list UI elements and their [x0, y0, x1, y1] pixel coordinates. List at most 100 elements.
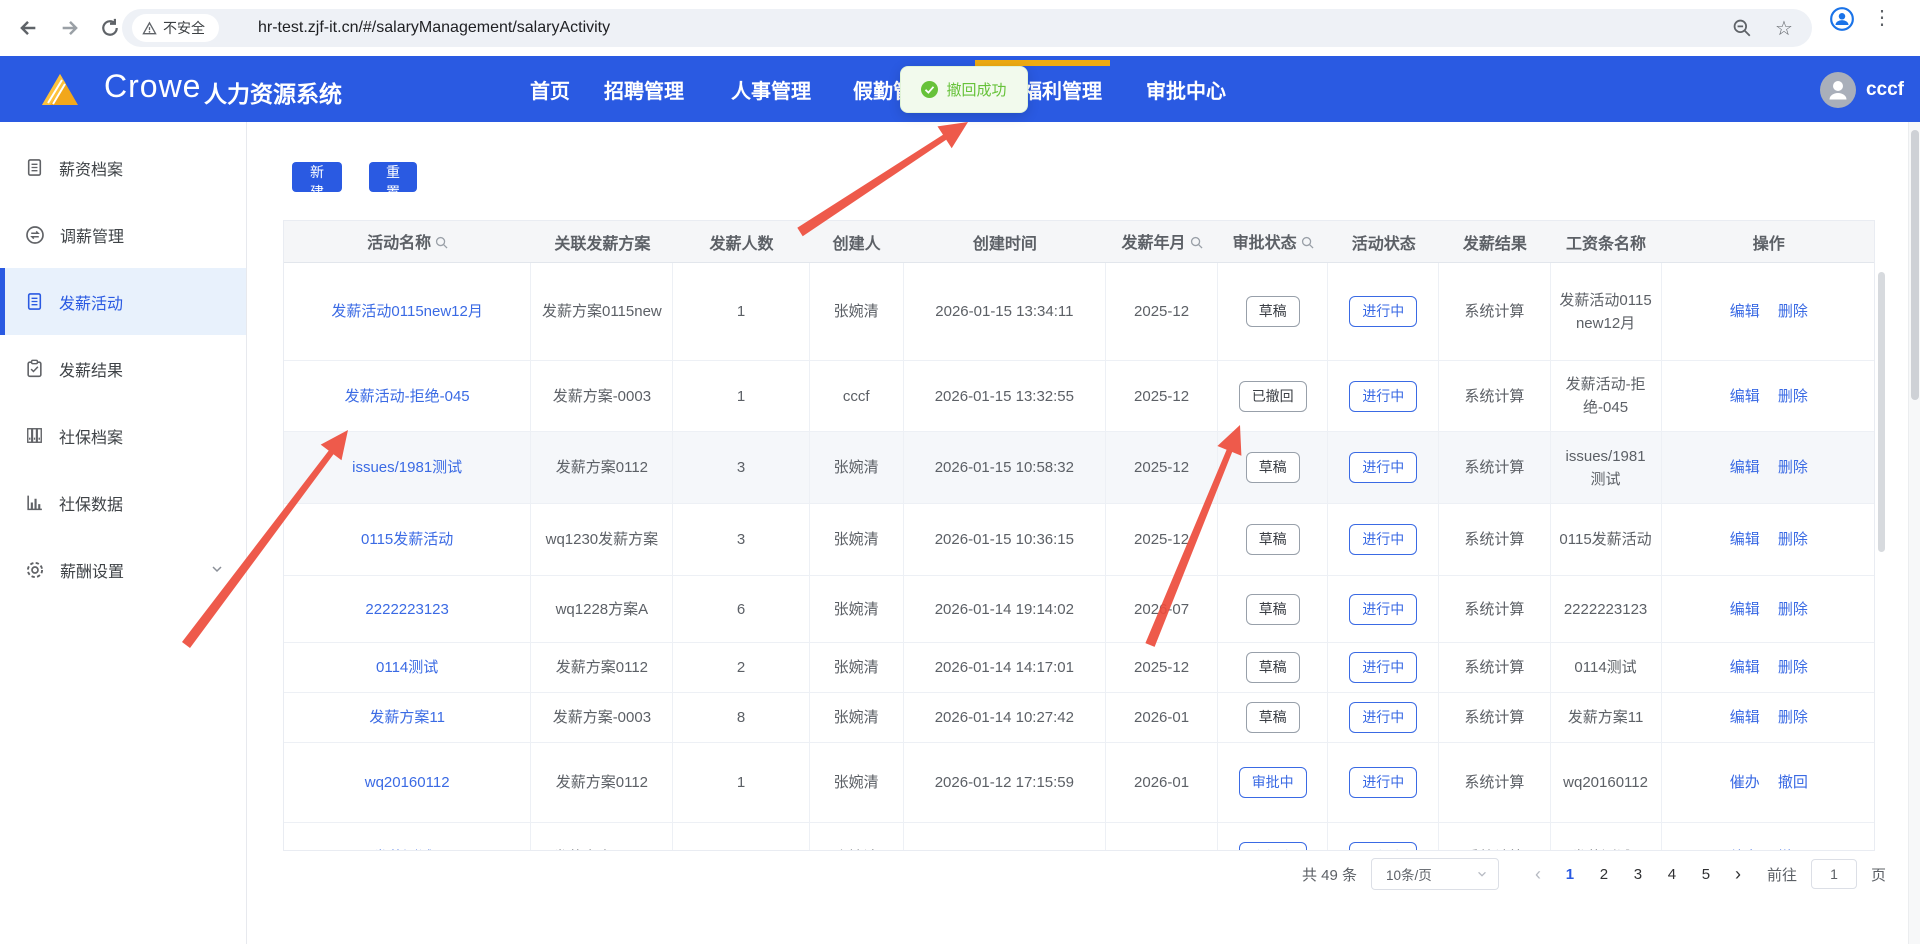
security-label: 不安全	[163, 18, 205, 38]
activity-status-badge: 进行中	[1349, 767, 1417, 798]
reset-button[interactable]: 重置	[369, 162, 417, 192]
pagination: 共 49 条 10条/页 ‹ 1 2 3 4 5 › 前往 页	[247, 852, 1890, 896]
column-header[interactable]: 审批状态	[1218, 221, 1328, 263]
nav-item[interactable]: 人事管理	[731, 75, 811, 104]
user-box[interactable]: cccf	[1820, 72, 1904, 108]
column-header[interactable]: 活动名称	[284, 221, 531, 263]
page-number[interactable]: 1	[1553, 866, 1587, 883]
sidebar-item-social-data[interactable]: 社保数据	[0, 469, 246, 536]
page-number[interactable]: 2	[1587, 866, 1621, 883]
page-number[interactable]: 4	[1655, 866, 1689, 883]
table-row: 发薪活动-拒绝-045 发薪方案-0003 1 cccf 2026-01-15 …	[284, 361, 1875, 432]
sidebar-item-salary-activity[interactable]: 发薪活动	[0, 268, 246, 335]
plan-cell: 发薪方案0112	[531, 743, 673, 823]
approval-status-badge: 草稿	[1246, 702, 1300, 733]
column-header[interactable]: 发薪结果	[1439, 221, 1550, 263]
chevron-down-icon	[210, 562, 224, 576]
page-number[interactable]: 3	[1621, 866, 1655, 883]
column-search-icon[interactable]	[435, 236, 448, 254]
file-document-icon	[25, 158, 44, 177]
browser-back-icon[interactable]	[14, 14, 42, 42]
row-action-1[interactable]: 编辑	[1730, 303, 1760, 320]
row-action-2[interactable]: 撤回	[1778, 849, 1808, 851]
row-action-2[interactable]: 删除	[1778, 459, 1808, 476]
page-number[interactable]: 5	[1689, 866, 1723, 883]
column-header[interactable]: 发薪年月	[1106, 221, 1218, 263]
sidebar-item-label: 社保档案	[59, 424, 123, 448]
browser-menu-icon[interactable]: ⋮	[1868, 3, 1896, 31]
activity-status-badge: 进行中	[1349, 381, 1417, 412]
address-bar[interactable]: 不安全 hr-test.zjf-it.cn/#/salaryManagement…	[122, 9, 1812, 47]
nav-item[interactable]: 招聘管理	[604, 75, 684, 104]
row-action-1[interactable]: 编辑	[1730, 659, 1760, 676]
sidebar-item-social-archive[interactable]: 社保档案	[0, 402, 246, 469]
activity-name-link[interactable]: 发薪活动-拒绝-045	[345, 388, 470, 405]
row-action-2[interactable]: 删除	[1778, 388, 1808, 405]
activity-name-link[interactable]: 发薪活动0115new12月	[331, 303, 482, 320]
table-row: 0115发薪活动 wq1230发薪方案 3 张婉清 2026-01-15 10:…	[284, 504, 1875, 576]
column-search-icon[interactable]	[1190, 236, 1203, 254]
column-header[interactable]: 工资条名称	[1551, 221, 1662, 263]
sidebar-item-salary-archive[interactable]: 薪资档案	[0, 134, 246, 201]
activity-name-link[interactable]: 0115发薪活动	[361, 531, 453, 548]
column-header[interactable]: 发薪人数	[673, 221, 809, 263]
activity-name-link[interactable]: 发薪方案11	[369, 709, 445, 726]
table-scrollbar[interactable]	[1878, 272, 1885, 552]
nav-item[interactable]: 首页	[530, 75, 570, 104]
next-page-icon[interactable]: ›	[1723, 864, 1753, 885]
row-action-2[interactable]: 删除	[1778, 531, 1808, 548]
page-unit-label: 页	[1871, 864, 1886, 885]
goto-page-input[interactable]	[1811, 859, 1857, 889]
column-header[interactable]: 创建人	[810, 221, 904, 263]
row-action-2[interactable]: 删除	[1778, 303, 1808, 320]
salary-month-cell: 2025-12	[1106, 432, 1218, 504]
column-header[interactable]: 创建时间	[904, 221, 1106, 263]
browser-reload-icon[interactable]	[96, 14, 124, 42]
url-text[interactable]: hr-test.zjf-it.cn/#/salaryManagement/sal…	[258, 9, 610, 47]
result-cell: 系统计算	[1439, 361, 1550, 432]
sidebar-item-salary-settings[interactable]: 薪酬设置	[0, 536, 246, 603]
page-scrollbar-thumb[interactable]	[1911, 130, 1919, 400]
prev-page-icon[interactable]: ‹	[1523, 864, 1553, 885]
created-time-cell: 2026-01-15 13:34:11	[904, 263, 1106, 361]
column-header[interactable]: 关联发薪方案	[531, 221, 673, 263]
browser-profile-icon[interactable]	[1828, 5, 1856, 33]
activity-name-link[interactable]: issues/1981测试	[352, 459, 462, 476]
sidebar-item-salary-adjust[interactable]: 调薪管理	[0, 201, 246, 268]
sidebar-item-label: 社保数据	[59, 491, 123, 515]
row-action-2[interactable]: 删除	[1778, 601, 1808, 618]
creator-cell: 张婉清	[810, 643, 904, 693]
payslip-name-cell: issues/1981测试	[1551, 432, 1662, 504]
create-button[interactable]: 新建	[292, 162, 342, 192]
row-action-1[interactable]: 催办	[1730, 774, 1760, 791]
page-size-select[interactable]: 10条/页	[1371, 858, 1499, 890]
row-action-2[interactable]: 撤回	[1778, 774, 1808, 791]
row-action-1[interactable]: 编辑	[1730, 388, 1760, 405]
count-cell: 2	[673, 643, 809, 693]
bookmark-star-icon[interactable]: ☆	[1770, 14, 1798, 42]
created-time-cell: 2026-01-12 17:15:59	[904, 743, 1106, 823]
column-search-icon[interactable]	[1301, 236, 1314, 254]
nav-item[interactable]: 审批中心	[1146, 75, 1226, 104]
security-badge[interactable]: 不安全	[132, 14, 219, 42]
row-action-1[interactable]: 编辑	[1730, 531, 1760, 548]
column-header[interactable]: 活动状态	[1328, 221, 1439, 263]
column-header[interactable]: 操作	[1662, 221, 1875, 263]
browser-forward-icon[interactable]	[56, 14, 84, 42]
bar-chart-icon	[25, 493, 44, 512]
sidebar-item-salary-result[interactable]: 发薪结果	[0, 335, 246, 402]
row-action-2[interactable]: 删除	[1778, 659, 1808, 676]
activity-name-link[interactable]: 0114测试	[376, 659, 438, 676]
row-action-1[interactable]: 编辑	[1730, 709, 1760, 726]
row-action-1[interactable]: 催办	[1730, 849, 1760, 851]
activity-name-link[interactable]: 2222223123	[365, 601, 448, 618]
creator-cell: 张婉清	[810, 576, 904, 643]
page-scrollbar[interactable]	[1908, 122, 1920, 944]
nav-item[interactable]: 福利管理	[1022, 75, 1102, 104]
row-action-2[interactable]: 删除	[1778, 709, 1808, 726]
activity-name-link[interactable]: 发薪测试2	[373, 849, 441, 851]
activity-name-link[interactable]: wq20160112	[365, 774, 450, 791]
row-action-1[interactable]: 编辑	[1730, 601, 1760, 618]
zoom-out-icon[interactable]	[1728, 14, 1756, 42]
row-action-1[interactable]: 编辑	[1730, 459, 1760, 476]
